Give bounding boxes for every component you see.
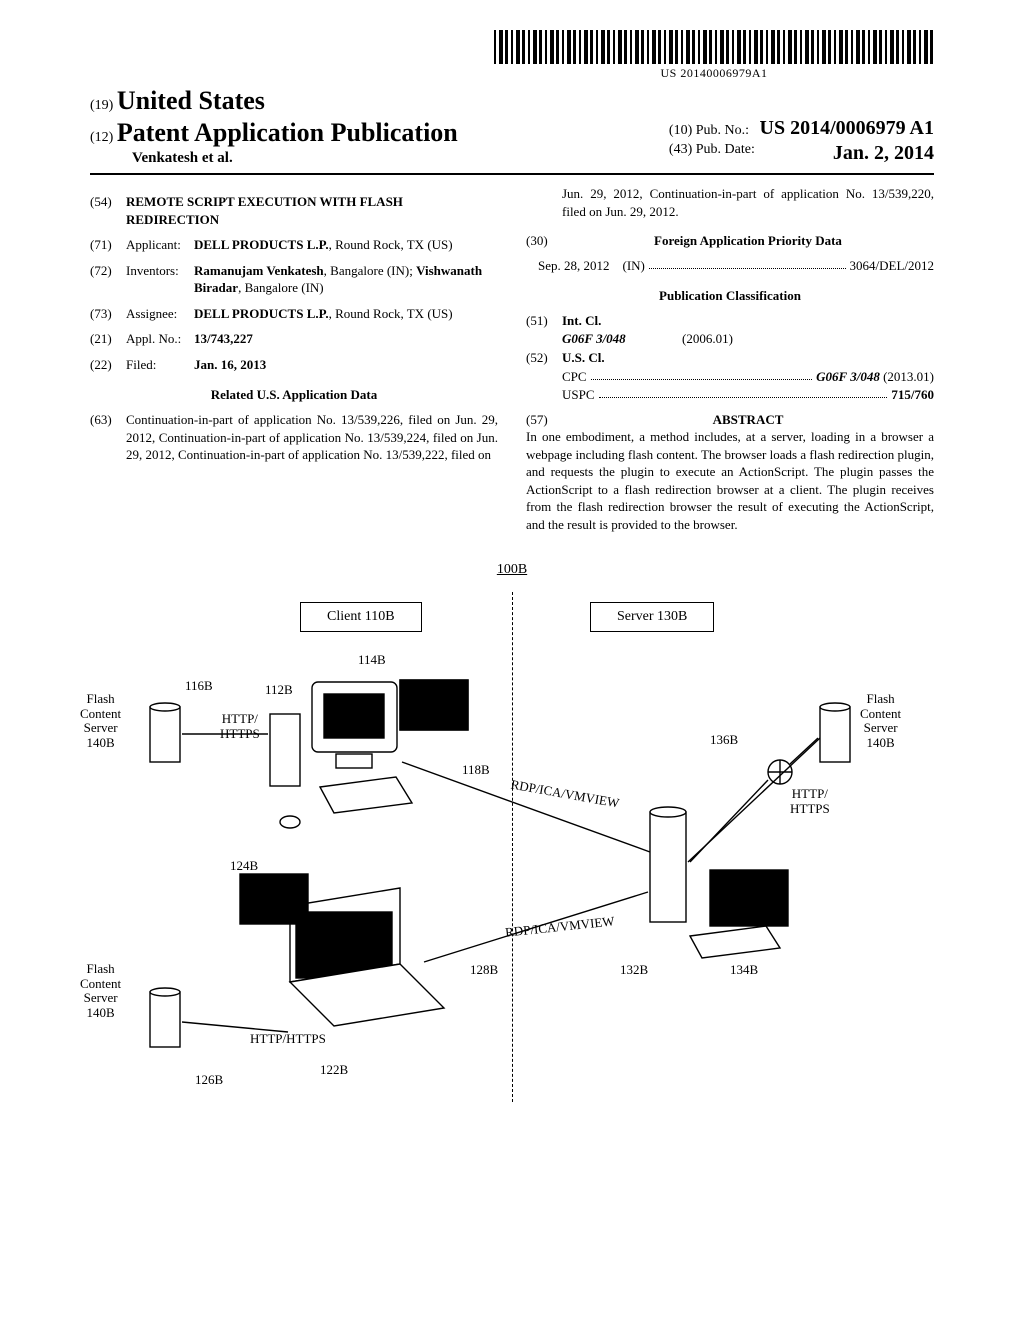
code-72: (72) — [90, 262, 126, 297]
authors: Venkatesh et al. — [90, 150, 458, 167]
foreign-cc: (IN) — [623, 258, 645, 274]
applicant-label: Applicant: — [126, 236, 194, 254]
code-21: (21) — [90, 330, 126, 348]
foreign-head: Foreign Application Priority Data — [562, 232, 934, 250]
abstract: In one embodiment, a method includes, at… — [526, 428, 934, 533]
country: United States — [117, 86, 265, 115]
code-51: (51) — [526, 312, 562, 330]
pubno: US 2014/0006979 A1 — [760, 117, 934, 139]
code-54: (54) — [90, 193, 126, 228]
foreign-date: Sep. 28, 2012 — [538, 258, 610, 274]
foreign-num: 3064/DEL/2012 — [850, 258, 935, 274]
uscl-label: U.S. Cl. — [562, 349, 934, 367]
barcode-bars — [494, 30, 934, 64]
pubdate-label: Pub. Date: — [696, 142, 755, 157]
dots-icon — [599, 387, 888, 398]
barcode: US 20140006979A1 — [494, 30, 934, 74]
code-71: (71) — [90, 236, 126, 254]
applno: 13/743,227 — [194, 330, 498, 348]
inventors: Ramanujam Venkatesh, Bangalore (IN); Vis… — [194, 262, 498, 297]
abstract-head: ABSTRACT — [562, 411, 934, 429]
code-30: (30) — [526, 232, 562, 250]
cpc-val: G06F 3/048 (2013.01) — [816, 369, 934, 385]
intcl-class: G06F 3/048 — [562, 331, 682, 347]
applno-label: Appl. No.: — [126, 330, 194, 348]
code-22: (22) — [90, 356, 126, 374]
assignee: DELL PRODUCTS L.P., Round Rock, TX (US) — [194, 305, 498, 323]
diagram-svg — [90, 562, 930, 1122]
figure: 100B Client 110B Server 130B Flash Conte… — [90, 562, 934, 1122]
right-column: Jun. 29, 2012, Continuation-in-part of a… — [526, 185, 934, 534]
pubclass-head: Publication Classification — [526, 288, 934, 304]
code-73: (73) — [90, 305, 126, 323]
assignee-label: Assignee: — [126, 305, 194, 323]
uspc-label: USPC — [562, 387, 595, 403]
dots-icon — [649, 258, 846, 269]
filed-label: Filed: — [126, 356, 194, 374]
intcl-date: (2006.01) — [682, 331, 733, 347]
code-57: (57) — [526, 411, 562, 429]
title: REMOTE SCRIPT EXECUTION WITH FLASH REDIR… — [126, 193, 498, 228]
uspc-val: 715/760 — [891, 387, 934, 403]
cpc-label: CPC — [562, 369, 587, 385]
related-text: Continuation-in-part of application No. … — [126, 411, 498, 464]
pubdate: Jan. 2, 2014 — [833, 142, 934, 165]
barcode-text: US 20140006979A1 — [494, 66, 934, 81]
pubno-label: Pub. No.: — [696, 123, 749, 138]
inventors-label: Inventors: — [126, 262, 194, 297]
code-10: (10) — [669, 123, 692, 138]
doc-type: Patent Application Publication — [117, 118, 458, 147]
dots-icon — [591, 369, 813, 380]
header: (19) United States (12) Patent Applicati… — [90, 86, 934, 175]
code-43: (43) — [669, 142, 692, 157]
code-63: (63) — [90, 411, 126, 464]
left-column: (54) REMOTE SCRIPT EXECUTION WITH FLASH … — [90, 185, 498, 534]
related-cont: Jun. 29, 2012, Continuation-in-part of a… — [526, 185, 934, 220]
code-12: (12) — [90, 130, 113, 145]
code-52: (52) — [526, 349, 562, 367]
applicant: DELL PRODUCTS L.P., Round Rock, TX (US) — [194, 236, 498, 254]
intcl-label: Int. Cl. — [562, 312, 934, 330]
related-head: Related U.S. Application Data — [90, 387, 498, 403]
filed: Jan. 16, 2013 — [194, 356, 498, 374]
code-19: (19) — [90, 98, 113, 113]
